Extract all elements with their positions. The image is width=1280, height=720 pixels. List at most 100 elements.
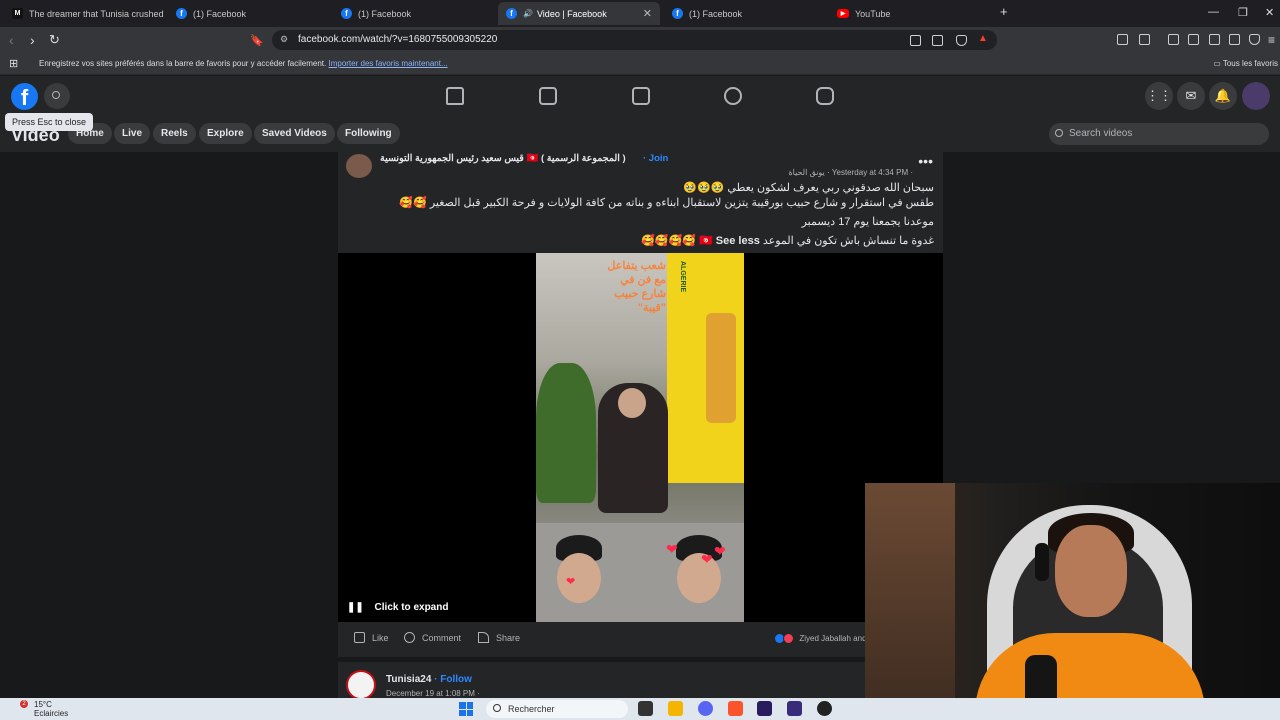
forward-icon[interactable]: › — [30, 32, 35, 48]
pause-icon[interactable]: ❚❚ — [347, 602, 364, 613]
file-explorer-icon[interactable] — [668, 701, 683, 716]
face-sticker — [557, 553, 601, 603]
background-door — [865, 483, 955, 720]
music-icon[interactable] — [1168, 34, 1179, 45]
back-icon[interactable]: ‹ — [9, 32, 14, 48]
streamer-face — [1055, 525, 1127, 617]
tab-title: (1) Facebook — [193, 8, 247, 19]
post-meta: يونق الحياة · Yesterday at 4:34 PM · — [788, 168, 913, 177]
weather-widget[interactable]: 2 15°C Eclaircies — [16, 700, 68, 718]
facebook-header: f ⋮⋮ ✉ 🔔 — [0, 76, 1280, 116]
tunisia24-avatar[interactable] — [346, 670, 376, 700]
tab-title: (1) Facebook — [358, 8, 412, 19]
play-control[interactable]: ❚❚ Click to expand — [347, 602, 448, 613]
tab-explore[interactable]: Explore — [199, 123, 252, 144]
vpn-icon[interactable] — [1249, 34, 1260, 45]
start-button[interactable] — [459, 702, 473, 716]
map-region — [706, 313, 736, 423]
bookmarks-bar: ⊞ Enregistrez vos sites préférés dans la… — [0, 53, 1280, 75]
next-post-page-name[interactable]: Tunisia24 — [386, 674, 431, 685]
premiere-icon[interactable] — [757, 701, 772, 716]
next-post-date: December 19 at 1:08 PM · — [386, 689, 480, 698]
more-options-icon[interactable]: ••• — [918, 153, 933, 169]
tab-title: YouTube — [855, 8, 891, 19]
bookmark-icon[interactable]: 🔖 — [250, 33, 264, 49]
groups-icon[interactable] — [724, 87, 742, 105]
post-text-line: سبحان الله صدقوني ربي يعرف لشكون يعطي 🥹🥹… — [683, 182, 934, 194]
video-search-input[interactable]: Search videos — [1049, 123, 1269, 145]
facebook-icon: f — [176, 8, 187, 19]
close-icon[interactable]: ✕ — [643, 7, 652, 20]
comment-icon — [404, 632, 415, 643]
discord-icon[interactable] — [698, 701, 713, 716]
tab-medium[interactable]: M The dreamer that Tunisia crushed. Th — [4, 2, 164, 25]
bookmark-message-text: Enregistrez vos sites préférés dans la b… — [39, 59, 327, 68]
share-button[interactable]: Share — [478, 632, 520, 643]
post-text-line: موعدنا يجمعنا يوم 17 ديسمبر — [801, 216, 934, 228]
comment-button[interactable]: Comment — [404, 632, 461, 643]
like-button[interactable]: Like — [354, 632, 389, 643]
apps-grid-icon[interactable]: ⊞ — [9, 57, 18, 70]
join-button[interactable]: · Join — [643, 153, 668, 164]
menu-grid-icon[interactable]: ⋮⋮ — [1145, 82, 1173, 110]
next-post-page[interactable]: Tunisia24 · Follow — [386, 674, 472, 685]
browser-toolbar: ‹ › ↻ 🔖 ⚙ facebook.com/watch/?v=16807550… — [0, 27, 1280, 53]
menu-icon[interactable]: ≡ — [1268, 32, 1275, 48]
tab-facebook-3[interactable]: f (1) Facebook — [664, 2, 824, 25]
address-bar[interactable]: ⚙ facebook.com/watch/?v=1680755009305220… — [272, 30, 997, 50]
obs-icon[interactable] — [817, 701, 832, 716]
tab-youtube[interactable]: ▶ YouTube — [829, 2, 989, 25]
thumbs-up-icon — [354, 632, 365, 643]
follow-button[interactable]: · Follow — [434, 674, 472, 685]
profile-avatar[interactable] — [1242, 82, 1270, 110]
tab-saved-videos[interactable]: Saved Videos — [254, 123, 335, 144]
marketplace-icon[interactable] — [632, 87, 650, 105]
tab-following[interactable]: Following — [337, 123, 400, 144]
taskbar-search[interactable]: Rechercher — [486, 700, 628, 718]
reels-icon[interactable] — [539, 87, 557, 105]
leo-icon[interactable] — [1229, 34, 1240, 45]
gaming-icon[interactable] — [816, 87, 834, 105]
facebook-logo[interactable]: f — [11, 83, 38, 110]
share-icon[interactable] — [932, 35, 943, 46]
extensions-icon[interactable] — [1117, 34, 1128, 45]
search-icon — [1055, 129, 1063, 137]
tab-live[interactable]: Live — [114, 123, 151, 144]
group-name[interactable]: قيس سعيد رئيس الجمهورية التونسية 🇹🇳 ( ال… — [380, 153, 626, 164]
brave-rewards-icon[interactable]: ▲ — [978, 33, 988, 44]
sync-icon[interactable] — [1139, 34, 1150, 45]
video-player[interactable]: ALGERIE ❤ ❤ ❤ ❤ شعب يتفاعل مع فن في شارع… — [338, 253, 943, 622]
facebook-search-button[interactable] — [44, 83, 70, 109]
minimize-icon[interactable]: — — [1208, 6, 1219, 18]
sidebar-icon[interactable] — [1188, 34, 1199, 45]
import-bookmarks-link[interactable]: Importer des favoris maintenant... — [328, 59, 447, 68]
task-view-icon[interactable] — [638, 701, 653, 716]
wallet-icon[interactable] — [1209, 34, 1220, 45]
bookmark-message: Enregistrez vos sites préférés dans la b… — [39, 59, 448, 68]
video-frame[interactable]: ALGERIE ❤ ❤ ❤ ❤ شعب يتفاعل مع فن في شارع… — [536, 253, 744, 622]
tab-facebook-1[interactable]: f (1) Facebook — [168, 2, 328, 25]
site-info-icon[interactable]: ⚙ — [280, 34, 288, 45]
all-favorites[interactable]: ▭ Tous les favoris — [1213, 59, 1278, 68]
tab-reels[interactable]: Reels — [153, 123, 196, 144]
tab-facebook-2[interactable]: f (1) Facebook — [333, 2, 493, 25]
url-text: facebook.com/watch/?v=1680755009305220 — [298, 34, 498, 45]
search-icon — [493, 704, 501, 712]
maximize-icon[interactable]: ❐ — [1238, 6, 1248, 19]
window-close-icon[interactable]: ✕ — [1265, 6, 1274, 19]
notifications-icon[interactable]: 🔔 — [1209, 82, 1237, 110]
after-effects-icon[interactable] — [787, 701, 802, 716]
home-icon[interactable] — [446, 87, 464, 105]
reload-icon[interactable]: ↻ — [49, 32, 60, 48]
tab-video-facebook[interactable]: f 🔊 Video | Facebook ✕ — [498, 2, 660, 25]
brave-icon[interactable] — [728, 701, 743, 716]
webcam-overlay — [865, 483, 1280, 720]
cast-icon[interactable] — [910, 35, 921, 46]
new-tab-button[interactable]: + — [1000, 4, 1008, 19]
heart-icon: ❤ — [566, 576, 576, 588]
messenger-icon[interactable]: ✉ — [1177, 82, 1205, 110]
group-avatar[interactable] — [346, 154, 372, 178]
brave-shield-icon[interactable] — [956, 35, 967, 46]
click-to-expand-label: Click to expand — [374, 602, 449, 613]
love-reaction-icon — [783, 633, 795, 644]
